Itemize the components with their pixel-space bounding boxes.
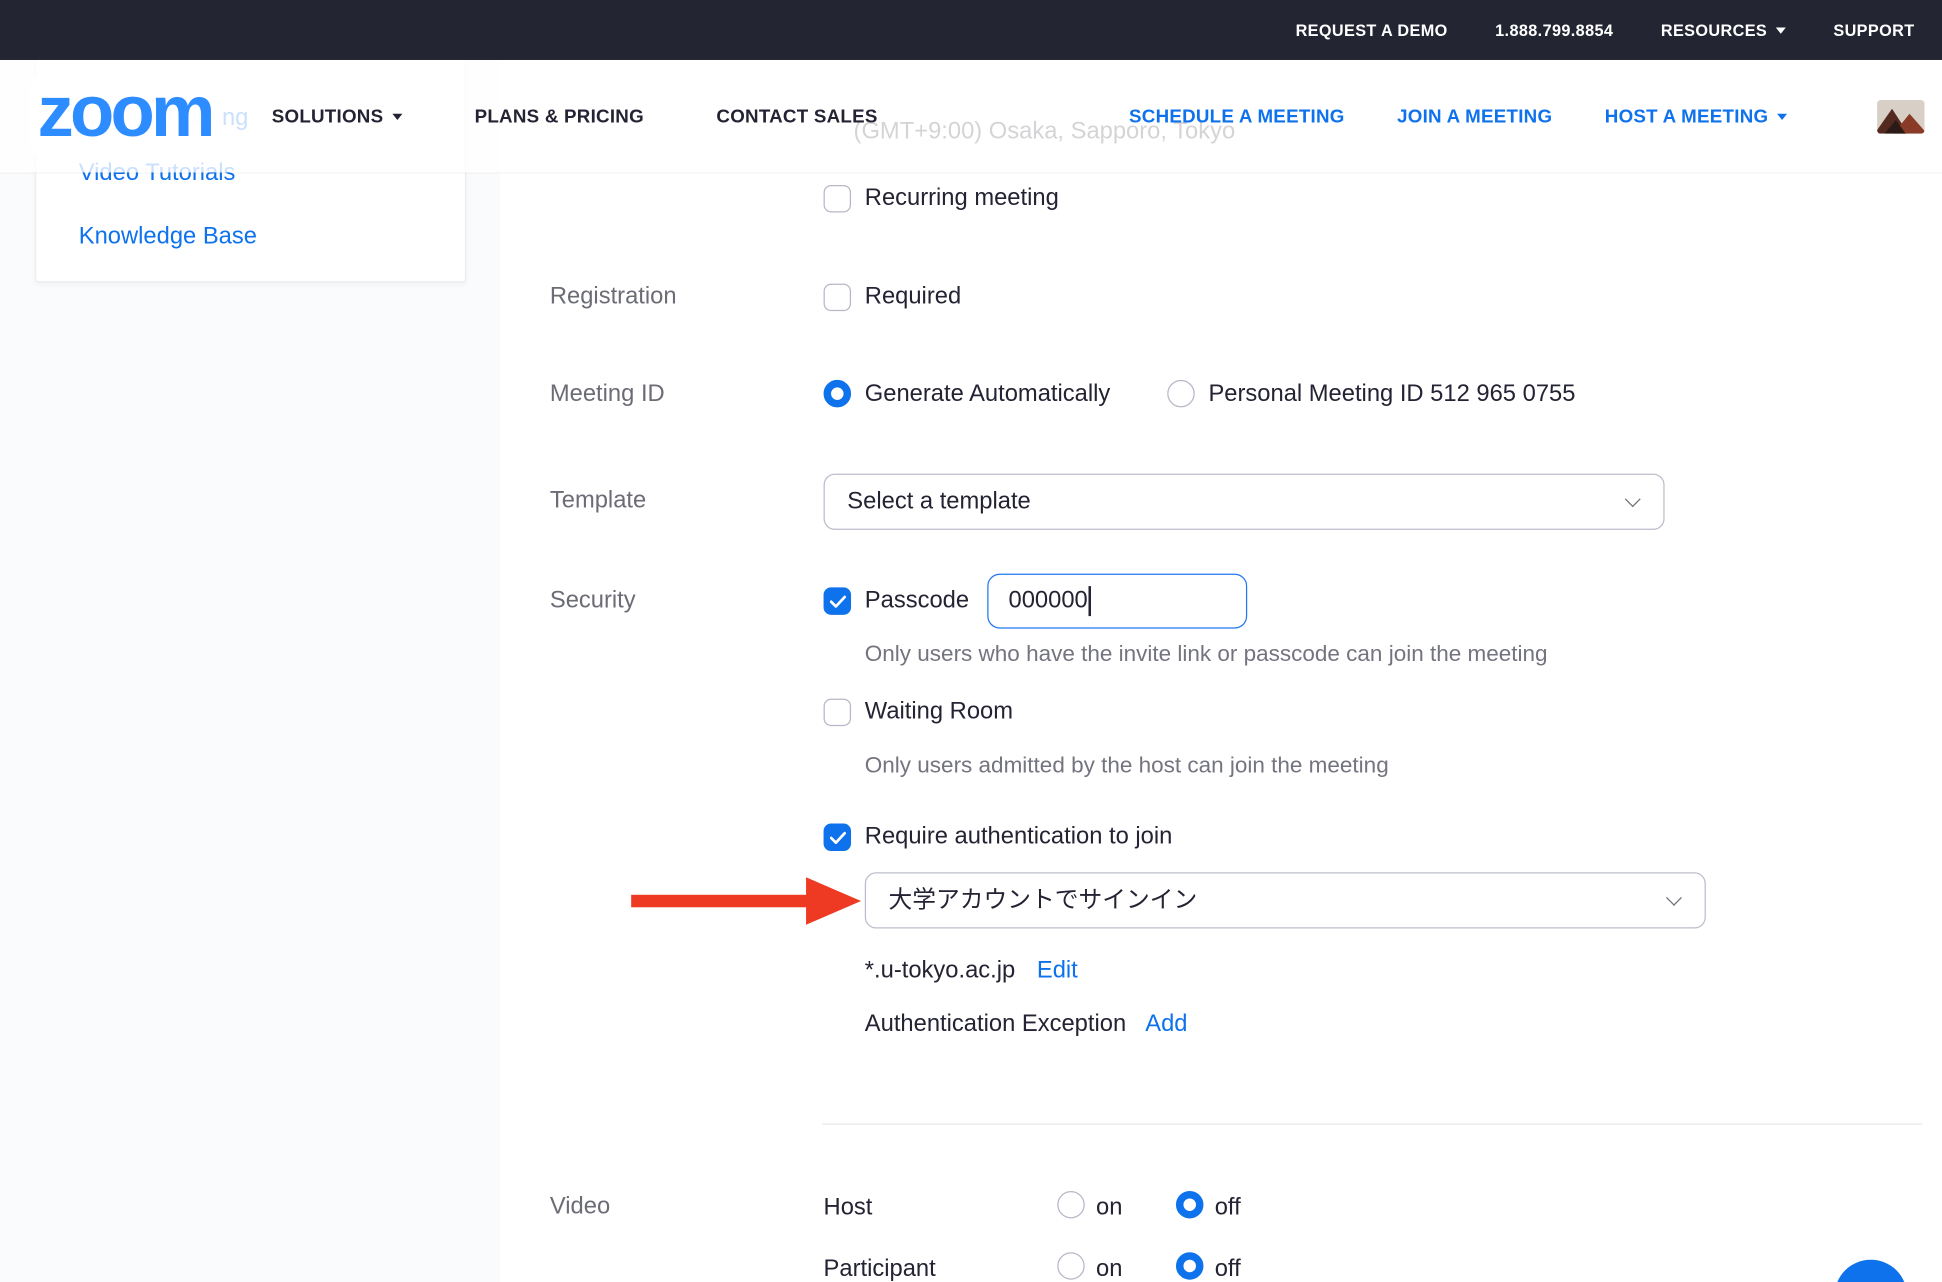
- generate-automatically-label: Generate Automatically: [865, 381, 1111, 408]
- host-a-meeting-link[interactable]: HOST A MEETING: [1605, 106, 1787, 127]
- help-button[interactable]: ?: [1835, 1260, 1907, 1282]
- waiting-room-help-text: Only users admitted by the host can join…: [865, 752, 1389, 778]
- avatar-image: [1877, 99, 1924, 133]
- passcode-label: Passcode: [865, 587, 969, 614]
- recurring-meeting-label: Recurring meeting: [865, 185, 1059, 212]
- phone-number-link[interactable]: 1.888.799.8854: [1495, 21, 1613, 40]
- zoom-logo[interactable]: zoom: [30, 77, 222, 155]
- auth-exception-label: Authentication Exception: [865, 1011, 1126, 1037]
- check-icon: [829, 830, 845, 844]
- passcode-input[interactable]: 000000: [987, 574, 1247, 629]
- avatar[interactable]: [1877, 99, 1924, 133]
- security-label: Security: [550, 587, 636, 614]
- waiting-room-checkbox[interactable]: [824, 699, 851, 726]
- top-utility-bar: REQUEST A DEMO 1.888.799.8854 RESOURCES …: [0, 0, 1942, 60]
- registration-required-label: Required: [865, 284, 961, 311]
- auth-domain-text: *.u-tokyo.ac.jp: [865, 957, 1015, 983]
- template-select-value: Select a template: [847, 489, 1030, 515]
- primary-nav: SOLUTIONS PLANS & PRICING CONTACT SALES: [272, 106, 878, 127]
- auth-method-value: 大学アカウントでサインイン: [889, 887, 1198, 913]
- resources-menu[interactable]: RESOURCES: [1661, 21, 1786, 40]
- meeting-id-label: Meeting ID: [550, 381, 665, 408]
- schedule-a-meeting-link[interactable]: SCHEDULE A MEETING: [1129, 106, 1345, 127]
- chevron-down-icon: [1625, 491, 1641, 507]
- zoom-schedule-meeting-page: Live Training Video Tutorials Knowledge …: [0, 0, 1942, 1282]
- edit-domain-link[interactable]: Edit: [1037, 957, 1078, 983]
- chevron-down-icon: [1777, 113, 1787, 119]
- video-participant-label: Participant: [824, 1256, 936, 1282]
- registration-required-checkbox[interactable]: [824, 284, 851, 311]
- header-actions: SCHEDULE A MEETING JOIN A MEETING HOST A…: [1129, 99, 1942, 133]
- check-icon: [829, 594, 845, 608]
- auth-method-select[interactable]: 大学アカウントでサインイン: [865, 872, 1706, 928]
- chevron-down-icon: [392, 113, 402, 119]
- chevron-down-icon: [1666, 890, 1682, 906]
- participant-video-on-radio[interactable]: [1057, 1252, 1084, 1279]
- recurring-meeting-checkbox[interactable]: [824, 185, 851, 212]
- request-a-demo-link[interactable]: REQUEST A DEMO: [1296, 21, 1448, 40]
- nav-contact-sales[interactable]: CONTACT SALES: [716, 106, 877, 127]
- template-select[interactable]: Select a template: [824, 474, 1665, 530]
- join-a-meeting-link[interactable]: JOIN A MEETING: [1397, 106, 1552, 127]
- main-header: zoom SOLUTIONS PLANS & PRICING CONTACT S…: [0, 60, 1942, 172]
- template-label: Template: [550, 487, 646, 514]
- host-video-on-radio[interactable]: [1057, 1191, 1084, 1218]
- auth-domain-row: *.u-tokyo.ac.jp Edit: [865, 957, 1078, 984]
- add-exception-link[interactable]: Add: [1145, 1011, 1187, 1037]
- require-authentication-label: Require authentication to join: [865, 824, 1173, 851]
- passcode-help-text: Only users who have the invite link or p…: [865, 641, 1548, 667]
- video-label: Video: [550, 1193, 610, 1220]
- support-link[interactable]: SUPPORT: [1833, 21, 1914, 40]
- video-host-label: Host: [824, 1195, 873, 1222]
- participant-video-on-label: on: [1096, 1256, 1122, 1282]
- chevron-down-icon: [1776, 27, 1786, 33]
- text-cursor: [1089, 586, 1091, 616]
- personal-meeting-id-label: Personal Meeting ID 512 965 0755: [1208, 381, 1575, 408]
- generate-automatically-radio[interactable]: [824, 380, 851, 407]
- sidebar-item-knowledge-base[interactable]: Knowledge Base: [79, 224, 257, 251]
- participant-video-off-label: off: [1215, 1256, 1241, 1282]
- host-video-off-label: off: [1215, 1195, 1241, 1222]
- passcode-value: 000000: [1009, 587, 1088, 614]
- section-divider: [822, 1123, 1922, 1124]
- auth-exception-row: Authentication Exception Add: [865, 1011, 1188, 1038]
- personal-meeting-id-radio[interactable]: [1167, 380, 1194, 407]
- passcode-checkbox[interactable]: [824, 587, 851, 614]
- viewport: Live Training Video Tutorials Knowledge …: [0, 0, 1942, 1282]
- nav-solutions[interactable]: SOLUTIONS: [272, 106, 402, 127]
- host-video-on-label: on: [1096, 1195, 1122, 1222]
- host-video-off-radio[interactable]: [1176, 1191, 1203, 1218]
- nav-plans-pricing[interactable]: PLANS & PRICING: [475, 106, 644, 127]
- registration-label: Registration: [550, 284, 677, 311]
- participant-video-off-radio[interactable]: [1176, 1252, 1203, 1279]
- waiting-room-label: Waiting Room: [865, 699, 1013, 726]
- red-arrow-annotation-icon: [631, 874, 863, 929]
- require-authentication-checkbox[interactable]: [824, 824, 851, 851]
